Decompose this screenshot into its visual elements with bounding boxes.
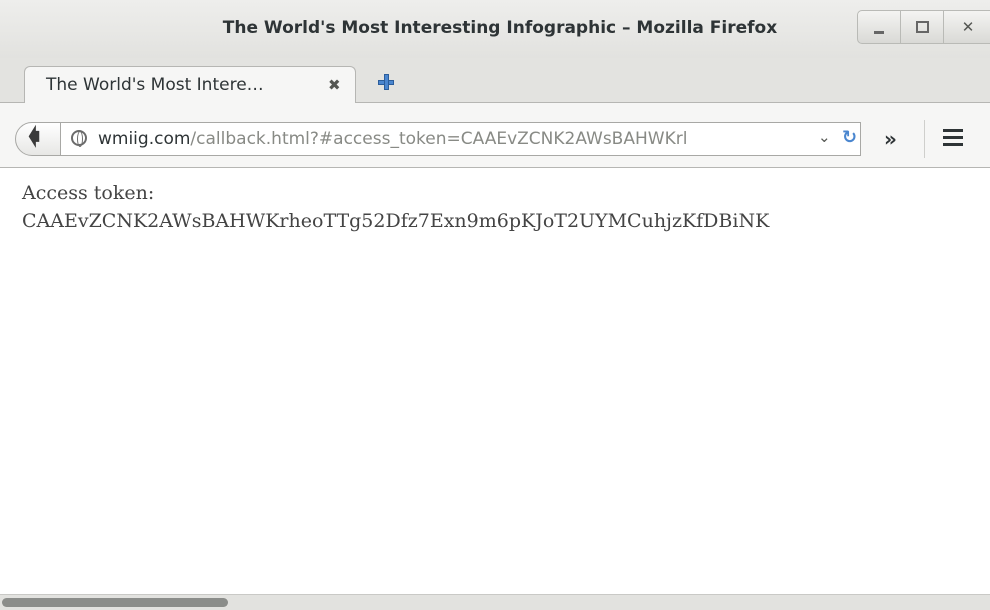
window-title: The World's Most Interesting Infographic… (222, 18, 778, 38)
url-path: /callback.html?#access_token=CAAEvZCNK2A… (190, 129, 688, 149)
tab-title: The World's Most Intere… (46, 75, 264, 95)
close-icon: ✕ (961, 17, 975, 36)
maximize-button[interactable] (900, 10, 944, 44)
reload-icon[interactable]: ↻ (842, 127, 857, 148)
url-host: wmiig.com (98, 129, 191, 149)
tab-active[interactable]: The World's Most Intere… ✖ (24, 66, 356, 103)
url-text[interactable]: wmiig.com/callback.html?#access_token=CA… (98, 129, 798, 149)
plus-icon-vertical (384, 74, 389, 90)
title-bar: The World's Most Interesting Infographic… (0, 0, 990, 58)
toolbar-overflow-button[interactable]: » (884, 127, 897, 151)
tab-strip: The World's Most Intere… ✖ (0, 58, 990, 103)
new-tab-button[interactable] (373, 69, 399, 95)
close-window-button[interactable]: ✕ (943, 10, 990, 44)
hamburger-menu-icon[interactable] (943, 129, 963, 146)
access-token-value: CAAEvZCNK2AWsBAHWKrheoTTg52Dfz7Exn9m6pKJ… (22, 210, 770, 232)
tab-close-icon[interactable]: ✖ (328, 76, 341, 94)
scrollbar-thumb[interactable] (2, 598, 228, 607)
browser-window: The World's Most Interesting Infographic… (0, 0, 990, 610)
horizontal-scrollbar[interactable] (0, 594, 990, 610)
access-token-label: Access token: (22, 182, 155, 204)
chevron-down-icon[interactable]: ⌄ (818, 128, 831, 146)
navigation-toolbar: 🡀 wmiig.com/callback.html?#access_token=… (0, 103, 990, 168)
page-content: Access token: CAAEvZCNK2AWsBAHWKrheoTTg5… (0, 168, 990, 594)
globe-icon (71, 130, 87, 147)
url-bar[interactable]: wmiig.com/callback.html?#access_token=CA… (60, 122, 861, 156)
back-arrow-icon: 🡀 (28, 125, 40, 150)
minimize-icon (874, 30, 884, 34)
toolbar-divider (924, 120, 925, 158)
minimize-button[interactable] (857, 10, 901, 44)
maximize-icon (915, 21, 929, 33)
back-button[interactable]: 🡀 (15, 122, 61, 156)
